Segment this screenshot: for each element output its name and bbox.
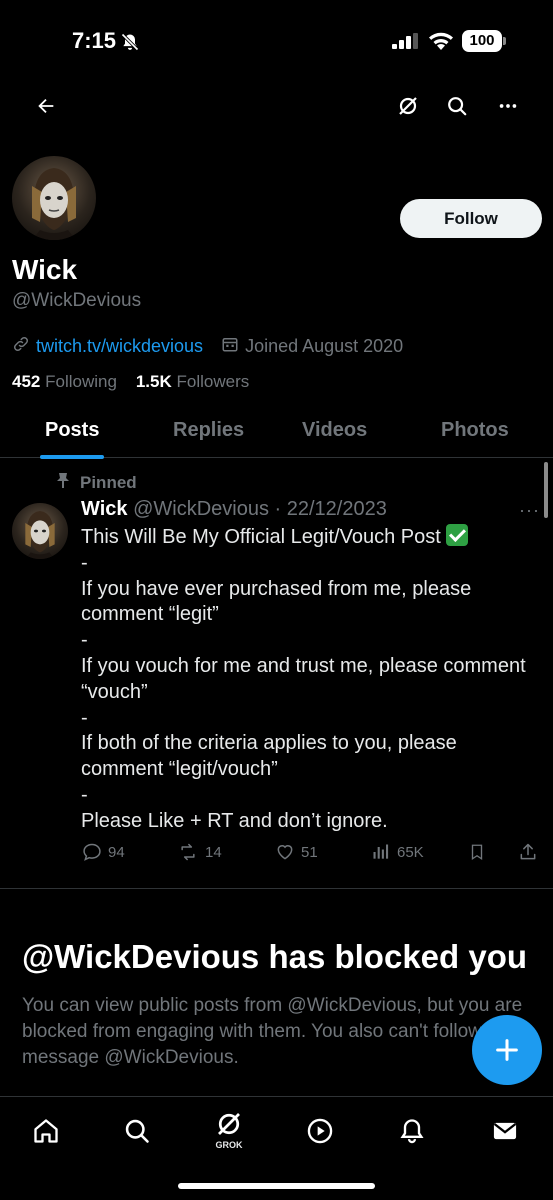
section-divider [0,888,553,889]
home-indicator[interactable] [178,1183,375,1189]
nav-grok[interactable]: GROK [209,1105,249,1153]
following-label: Following [45,372,117,391]
bookmark-icon[interactable] [468,842,486,862]
profile-avatar[interactable] [12,156,96,240]
profile-handle: @WickDevious [12,290,142,311]
profile-top-bar [0,86,553,126]
post-more-icon[interactable]: ··· [519,500,540,521]
tab-replies[interactable]: Replies [173,419,244,442]
pinned-text: Pinned [80,472,137,492]
repost-count: 14 [205,843,222,861]
profile-display-name: Wick [12,254,78,285]
nav-home[interactable] [26,1111,66,1151]
wifi-icon [428,31,454,56]
views-icon [373,844,389,859]
blocked-description: You can view public posts from @WickDevi… [22,995,523,1068]
profile-meta: twitch.tv/wickdevious Joined August 2020 [12,334,403,358]
followers-count: 1.5K [135,372,172,391]
reply-icon [83,843,101,861]
post-dash: - [81,551,88,574]
reply-button[interactable]: 94 [82,842,125,862]
followers-stat[interactable]: 1.5K Followers [136,372,249,391]
post-header: Wick @WickDevious · 22/12/2023 [81,498,387,521]
post-author-name[interactable]: Wick [81,498,128,520]
nav-notifications[interactable] [392,1111,432,1151]
followers-label: Followers [176,372,250,391]
pin-icon [56,472,70,493]
post-text: This Will Be My Official Legit/Vouch Pos… [81,524,541,835]
tab-videos[interactable]: Videos [302,419,367,442]
bell-off-icon [120,32,140,57]
blocked-title: @WickDevious has blocked you [22,938,528,975]
battery-indicator: 100 [462,30,506,52]
like-count: 51 [301,843,318,861]
calendar-icon [221,335,239,358]
profile-tabs: Posts Replies Videos Photos [0,410,553,459]
back-arrow-icon[interactable] [32,92,60,120]
post-line-2: If you have ever purchased from me, plea… [81,577,472,626]
search-icon [125,1119,149,1143]
active-tab-indicator [40,455,104,459]
grok-label: GROK [215,1139,243,1150]
post-handle-date: @WickDevious · 22/12/2023 [133,498,387,520]
profile-joined-date: Joined August 2020 [245,335,404,356]
tab-posts[interactable]: Posts [45,419,99,442]
profile-website-link[interactable]: twitch.tv/wickdevious [36,336,203,357]
heart-icon [277,845,293,860]
grok-icon [218,1112,240,1135]
compose-post-button[interactable] [472,1015,542,1085]
post-dash: - [81,629,88,652]
post-line-4: If both of the criteria applies to you, … [81,732,457,781]
nav-messages[interactable] [485,1111,525,1151]
like-button[interactable]: 51 [275,842,318,862]
post-dash: - [81,783,88,806]
pinned-label: Pinned [56,472,137,493]
views-button[interactable]: 65K [371,842,424,862]
following-stat[interactable]: 452 Following [12,372,117,391]
repost-button[interactable]: 14 [177,842,222,862]
cellular-signal-icon [392,33,420,54]
reply-count: 94 [108,843,125,861]
plus-icon [496,1039,518,1061]
mail-icon [493,1122,517,1140]
repost-icon [181,843,195,861]
post-dash: - [81,706,88,729]
link-icon [12,335,30,358]
home-icon [34,1119,58,1143]
scrollbar[interactable] [544,462,548,518]
more-options-icon[interactable] [494,92,522,120]
play-icon [307,1118,333,1144]
follow-stats: 452 Following 1.5K Followers [12,372,249,392]
bell-icon [400,1119,424,1144]
following-count: 452 [12,372,41,391]
status-bar: 7:15 100 [0,0,553,80]
post-line-3: If you vouch for me and trust me, please… [81,654,526,703]
post-line-1: This Will Be My Official Legit/Vouch Pos… [81,526,441,548]
search-icon[interactable] [443,92,471,120]
follow-button[interactable]: Follow [400,199,542,238]
nav-search[interactable] [117,1111,157,1151]
post-actions: 94 14 51 65K [0,842,553,868]
post-line-5: Please Like + RT and don’t ignore. [81,809,388,832]
post-author-avatar[interactable] [12,503,68,559]
tab-photos[interactable]: Photos [441,419,509,442]
grok-icon[interactable] [394,92,422,120]
share-icon[interactable] [518,842,538,862]
check-mark-icon [446,524,469,546]
status-time: 7:15 [72,28,117,53]
nav-video[interactable] [300,1111,340,1151]
views-count: 65K [397,843,424,861]
